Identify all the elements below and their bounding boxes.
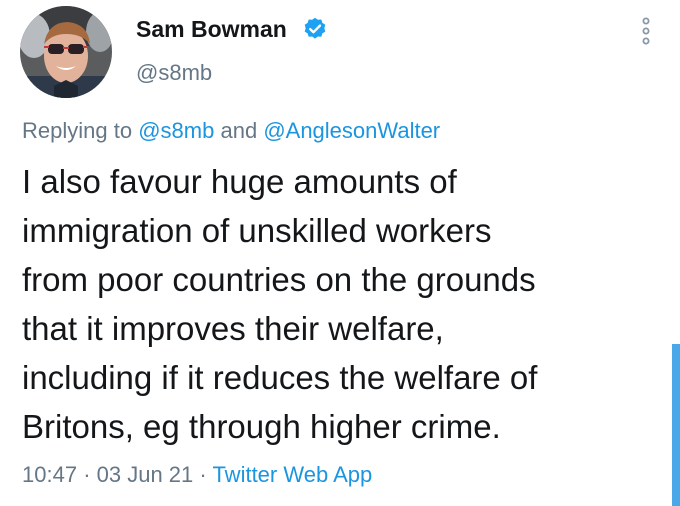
tweet-text-line: that it improves their welfare, xyxy=(22,310,444,347)
meta-separator: · xyxy=(83,462,91,487)
tweet-metadata: 10:47 · 03 Jun 21 · Twitter Web App xyxy=(22,460,372,490)
tweet-text-line: I also favour huge amounts of xyxy=(22,163,457,200)
meta-separator: · xyxy=(199,462,207,487)
tweet-text-line: immigration of unskilled workers xyxy=(22,212,492,249)
tweet-text-line: Britons, eg through higher crime. xyxy=(22,408,501,445)
tweet-date[interactable]: 03 Jun 21 xyxy=(97,462,194,487)
tweet-time[interactable]: 10:47 xyxy=(22,462,77,487)
tweet-text-line: from poor countries on the grounds xyxy=(22,261,536,298)
replying-to-line: Replying to @s8mb and @AnglesonWalter xyxy=(22,116,440,146)
scrollbar[interactable] xyxy=(672,344,680,506)
verified-badge-icon xyxy=(304,17,326,39)
reply-mention-link[interactable]: @s8mb xyxy=(138,118,214,143)
tweet-card: Sam Bowman @s8mb Replying to @s8mb and @… xyxy=(0,0,680,506)
tweet-text: I also favour huge amounts of immigratio… xyxy=(22,157,662,451)
avatar-image xyxy=(20,6,112,98)
author-display-name[interactable]: Sam Bowman xyxy=(136,14,287,44)
tweet-text-line: including if it reduces the welfare of xyxy=(22,359,538,396)
avatar[interactable] xyxy=(20,6,112,98)
more-options-icon[interactable] xyxy=(634,14,658,48)
author-handle[interactable]: @s8mb xyxy=(136,58,212,88)
reply-mention-link[interactable]: @AnglesonWalter xyxy=(263,118,440,143)
replying-to-label: Replying to xyxy=(22,118,133,143)
tweet-source-link[interactable]: Twitter Web App xyxy=(212,462,372,487)
reply-conjunction: and xyxy=(220,118,258,143)
